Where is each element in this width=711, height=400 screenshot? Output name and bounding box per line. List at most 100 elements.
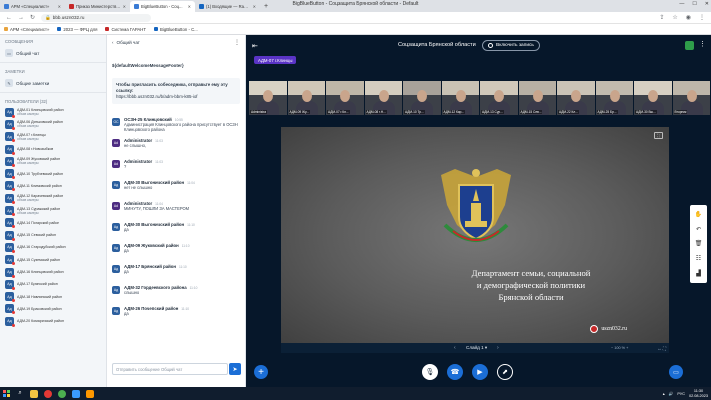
webcam-strip: Administra АДМ-09 Жу... АДМ-07 г.Кл... АДМ-… [249,81,710,115]
share-icon[interactable]: ⇪ [659,14,664,21]
user-list-item[interactable]: Ад АДМ-11 Климовский район [0,180,106,192]
menu-icon[interactable]: ⋮ [699,14,705,21]
clear-icon[interactable]: 🗑 [695,240,703,247]
chevron-left-icon[interactable]: ‹ [112,40,114,45]
shared-notes-item[interactable]: ✎ Общие заметки [0,76,106,90]
profile-icon[interactable]: ◉ [686,14,691,21]
screenshare-button[interactable]: ⬈ [497,364,513,380]
webcam-tile[interactable]: Вторник [672,81,710,115]
yandex-icon[interactable] [41,387,55,400]
close-icon[interactable]: ✕ [253,4,256,9]
connection-status-icon[interactable] [685,41,694,50]
user-list-toggle-icon[interactable]: ⇤ [252,42,258,50]
user-name: АДМ-14 Погарский район [17,221,59,225]
close-icon[interactable]: ✕ [58,4,61,9]
bookmark-item[interactable]: BigBlueButton - С... [154,27,198,32]
start-button[interactable] [0,387,13,400]
webcam-tile[interactable]: АДМ-10 Тр... [403,81,441,115]
close-icon[interactable]: ✕ [188,4,191,9]
user-list-item[interactable]: Ад АДМ-20 Комаричский район [0,315,106,327]
reload-icon[interactable]: ↻ [30,14,35,21]
language-indicator[interactable]: РУС [677,392,685,396]
url-text: bbb.uszn032.ru [52,15,85,20]
options-menu-icon[interactable]: ⋮ [699,40,706,48]
browser-tab-active[interactable]: BigBlueButton - Соц... ✕ [130,1,195,12]
clock[interactable]: 11:30 02.08.2023 [689,389,708,398]
send-message-button[interactable]: ➤ [229,363,241,375]
avatar: Ад [5,230,15,241]
user-list-item[interactable]: Ад АДМ-08 г.Новозыбков [0,143,106,155]
app-icon[interactable] [83,387,97,400]
slide-selector[interactable]: Слайд 1 ▾ [466,345,487,351]
user-list-item[interactable]: Ад АДМ-18 Навлинский район [0,290,106,303]
chrome-icon[interactable] [55,387,69,400]
user-list-item[interactable]: Ад АДМ-13 Суражский район объяв камеры [0,204,106,217]
webcam-tile[interactable]: АДМ-22 Кл... [557,81,595,115]
hand-tool-icon[interactable]: ✋ [695,211,702,218]
user-list-item[interactable]: Ад АДМ-07 г.Клинцы объяв камеры [0,131,106,143]
public-chat-item[interactable]: ▭ Общий чат [0,46,106,60]
browser-tab[interactable]: Приказ Министерства об ✕ [65,1,130,12]
multi-user-icon[interactable]: ☷ [696,255,701,262]
presentation-toggle-button[interactable]: ▭ [669,365,683,379]
webcam-tile[interactable]: АДМ-30 Вы... [634,81,672,115]
invite-link[interactable]: https://bbb.uszn032.ru/b/adm-bbm-k85-iof [116,94,236,100]
explorer-icon[interactable] [27,387,41,400]
bookmark-item[interactable]: Система ГАРАНТ [105,27,146,32]
webcam-tile[interactable]: АДМ-09 Жу... [287,81,325,115]
url-field[interactable]: 🔒 bbb.uszn032.ru [41,13,152,22]
more-options-icon[interactable]: ⋮ [234,39,240,46]
browser-tab[interactable]: АРМ «Специалист» ✕ [0,1,65,12]
user-list-item[interactable]: Ад АДМ-09 Жуковский район объяв камеры [0,155,106,167]
app-icon[interactable] [69,387,83,400]
fit-to-width-icon[interactable]: ↔ ⛶ [657,346,666,351]
camera-button[interactable]: ▶ [472,364,488,380]
sender-name: АДМ-30 Выгоничский район [124,222,185,227]
forward-icon[interactable]: → [18,15,24,21]
user-list-item[interactable]: Ад АДМ-16 Клинцовский район [0,266,106,278]
user-list-item[interactable]: Ад АДМ-15 Севский район [0,229,106,241]
bookmark-item[interactable]: АРМ «Специалист» [4,27,49,32]
zoom-controls[interactable]: − 100 % + [611,346,628,350]
audio-button[interactable]: ☎ [447,364,463,380]
chat-input-placeholder: Отправить сообщение Общий чат [116,366,183,372]
user-list-item[interactable]: Ад АДМ-14 Погарский район [0,217,106,229]
user-list-item[interactable]: Ад АДМ-01 Клинцовский район объяв камеры [0,106,106,118]
mute-button[interactable]: 🎙 [422,364,438,380]
network-icon[interactable]: ▴ [663,391,665,396]
actions-button[interactable]: + [254,365,268,379]
undo-icon[interactable]: ↶ [696,226,701,233]
webcam-tile[interactable]: АДМ-25 Бр... [595,81,633,115]
user-list-item[interactable]: Ад АДМ-10 Трубчевский район [0,167,106,180]
user-list-item[interactable]: Ад АДМ-15 Суземский район [0,254,106,266]
chart-icon[interactable]: ▟ [696,270,701,277]
user-list-item[interactable]: Ад АДМ-06 Дятьковский район объяв камеры [0,118,106,130]
close-icon[interactable]: ✕ [123,4,126,9]
user-list-item[interactable]: Ад АДМ-12 Карачевский район объяв камеры [0,192,106,204]
close-window-icon[interactable]: ✕ [705,1,709,7]
maximize-icon[interactable]: ☐ [692,1,696,7]
webcam-tile[interactable]: АДМ-07 г.Кл... [326,81,364,115]
volume-icon[interactable]: 🔊 [669,391,674,396]
user-list-item[interactable]: Ад АДМ-16 Стародубский район [0,241,106,253]
browser-tab[interactable]: (1) Входящие — Rambler ✕ [195,1,260,12]
user-list-item[interactable]: Ад АДМ-19 Брасовский район [0,303,106,315]
back-icon[interactable]: ← [6,15,12,21]
next-slide-icon[interactable]: › [497,345,499,351]
webcam-tile[interactable]: АДМ-15 Сев... [518,81,556,115]
chat-message-input[interactable]: Отправить сообщение Общий чат [112,363,228,375]
webcam-tile[interactable]: АДМ-12 Кар... [441,81,479,115]
minimize-icon[interactable]: — [679,1,684,7]
user-list-item[interactable]: Ад АДМ-17 Брянский район [0,278,106,290]
record-button[interactable]: Включить запись [482,40,540,51]
bookmark-item[interactable]: 2023 — ФРЦ для [57,27,97,32]
previous-slide-icon[interactable]: ‹ [454,345,456,351]
fullscreen-icon[interactable]: ⛶ [654,132,663,139]
search-icon[interactable]: ⌕ [13,387,27,400]
webcam-tile[interactable]: Administra [249,81,287,115]
webcam-tile[interactable]: АДМ-08 г.Н... [364,81,402,115]
star-icon[interactable]: ☆ [672,14,677,21]
new-tab-button[interactable]: + [260,1,272,12]
avatar: Ад [112,286,120,294]
webcam-tile[interactable]: АДМ-13 Сур... [480,81,518,115]
